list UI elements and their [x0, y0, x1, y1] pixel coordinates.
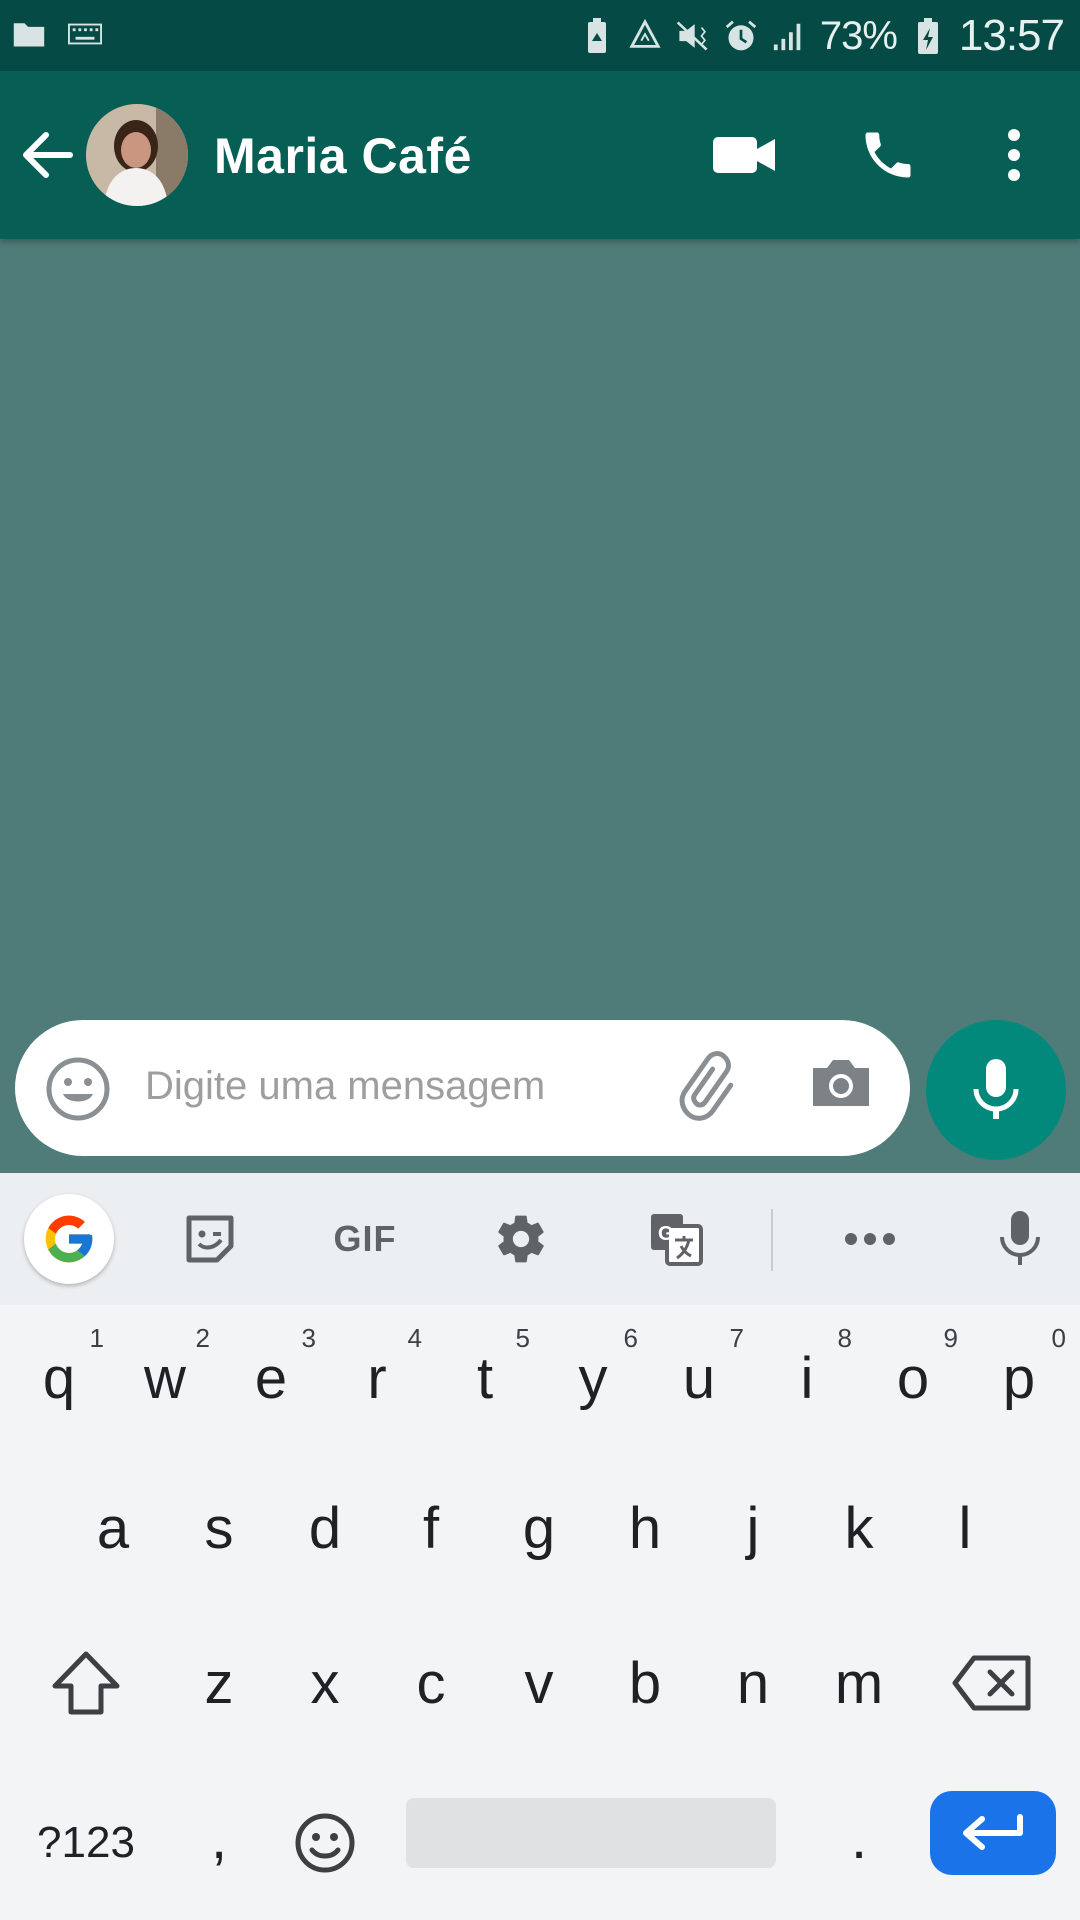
video-call-icon[interactable]: [708, 119, 780, 191]
message-input[interactable]: Digite uma mensagem: [145, 1064, 545, 1109]
key-z[interactable]: z: [166, 1628, 272, 1738]
key-a[interactable]: a: [60, 1473, 166, 1583]
recycle-icon: [628, 16, 662, 56]
chat-header: Maria Café: [0, 71, 1080, 239]
toolbar-divider: [771, 1209, 773, 1271]
symbols-key[interactable]: ?123: [16, 1788, 156, 1898]
voice-call-icon[interactable]: [852, 119, 924, 191]
alarm-icon: [724, 16, 758, 56]
key-e[interactable]: e3: [218, 1323, 324, 1433]
space-bar[interactable]: [406, 1798, 776, 1868]
key-m[interactable]: m: [806, 1628, 912, 1738]
key-p[interactable]: p0: [966, 1323, 1072, 1433]
gif-button[interactable]: GIF: [320, 1197, 410, 1281]
backspace-key[interactable]: [930, 1628, 1054, 1738]
shift-key[interactable]: [30, 1628, 142, 1738]
chat-area[interactable]: [0, 239, 1080, 1009]
microphone-icon: [973, 1059, 1019, 1119]
enter-arrow-icon: [963, 1814, 1023, 1850]
emoji-icon: [295, 1813, 355, 1873]
key-i[interactable]: i8: [754, 1323, 860, 1433]
key-comma[interactable]: ,: [166, 1783, 272, 1893]
key-t[interactable]: t5: [432, 1323, 538, 1433]
signal-icon: [772, 16, 806, 56]
more-icon[interactable]: [828, 1197, 912, 1281]
key-x[interactable]: x: [272, 1628, 378, 1738]
keyboard: GIF G q1 w2 e3 r4 t5 y6 u7 i8 o9 p0 a s …: [0, 1173, 1080, 1920]
key-g[interactable]: g: [486, 1473, 592, 1583]
key-r[interactable]: r4: [324, 1323, 430, 1433]
key-o[interactable]: o9: [860, 1323, 966, 1433]
key-k[interactable]: k: [806, 1473, 912, 1583]
key-w[interactable]: w2: [112, 1323, 218, 1433]
key-d[interactable]: d: [272, 1473, 378, 1583]
key-s[interactable]: s: [166, 1473, 272, 1583]
status-bar: 73% 13:57: [0, 0, 1080, 71]
backspace-icon: [952, 1655, 1031, 1711]
key-y[interactable]: y6: [540, 1323, 646, 1433]
clock: 13:57: [958, 11, 1065, 60]
voice-typing-icon[interactable]: [978, 1197, 1062, 1281]
key-j[interactable]: j: [700, 1473, 806, 1583]
key-n[interactable]: n: [700, 1628, 806, 1738]
message-composer[interactable]: Digite uma mensagem: [15, 1020, 910, 1156]
voice-message-button[interactable]: [926, 1020, 1066, 1160]
contact-name[interactable]: Maria Café: [214, 127, 472, 185]
key-c[interactable]: c: [378, 1628, 484, 1738]
key-u[interactable]: u7: [646, 1323, 752, 1433]
battery-percentage: 73%: [819, 13, 898, 58]
folder-icon: [12, 14, 46, 54]
more-options-icon[interactable]: [978, 119, 1050, 191]
key-q[interactable]: q1: [6, 1323, 112, 1433]
settings-gear-icon[interactable]: [479, 1197, 563, 1281]
key-v[interactable]: v: [486, 1628, 592, 1738]
battery-saver-icon: [580, 16, 614, 56]
translate-icon[interactable]: G: [634, 1197, 718, 1281]
shift-icon: [52, 1651, 120, 1715]
mute-vibrate-icon: [676, 16, 710, 56]
key-f[interactable]: f: [378, 1473, 484, 1583]
attach-icon[interactable]: [675, 1048, 755, 1128]
key-period[interactable]: .: [806, 1783, 912, 1893]
key-h[interactable]: h: [592, 1473, 698, 1583]
emoji-key[interactable]: [272, 1788, 378, 1898]
key-b[interactable]: b: [592, 1628, 698, 1738]
emoji-icon[interactable]: [45, 1056, 111, 1122]
sticker-icon[interactable]: [168, 1197, 252, 1281]
key-l[interactable]: l: [912, 1473, 1018, 1583]
keyboard-toolbar: GIF G: [0, 1173, 1080, 1305]
battery-charging-icon: [911, 16, 945, 56]
google-icon[interactable]: [24, 1194, 114, 1284]
svg-text:G: G: [658, 1223, 674, 1245]
avatar[interactable]: [86, 104, 188, 206]
enter-key[interactable]: [930, 1791, 1056, 1875]
camera-icon[interactable]: [809, 1054, 879, 1124]
back-arrow-icon[interactable]: [18, 127, 78, 183]
keyboard-icon: [68, 14, 102, 54]
